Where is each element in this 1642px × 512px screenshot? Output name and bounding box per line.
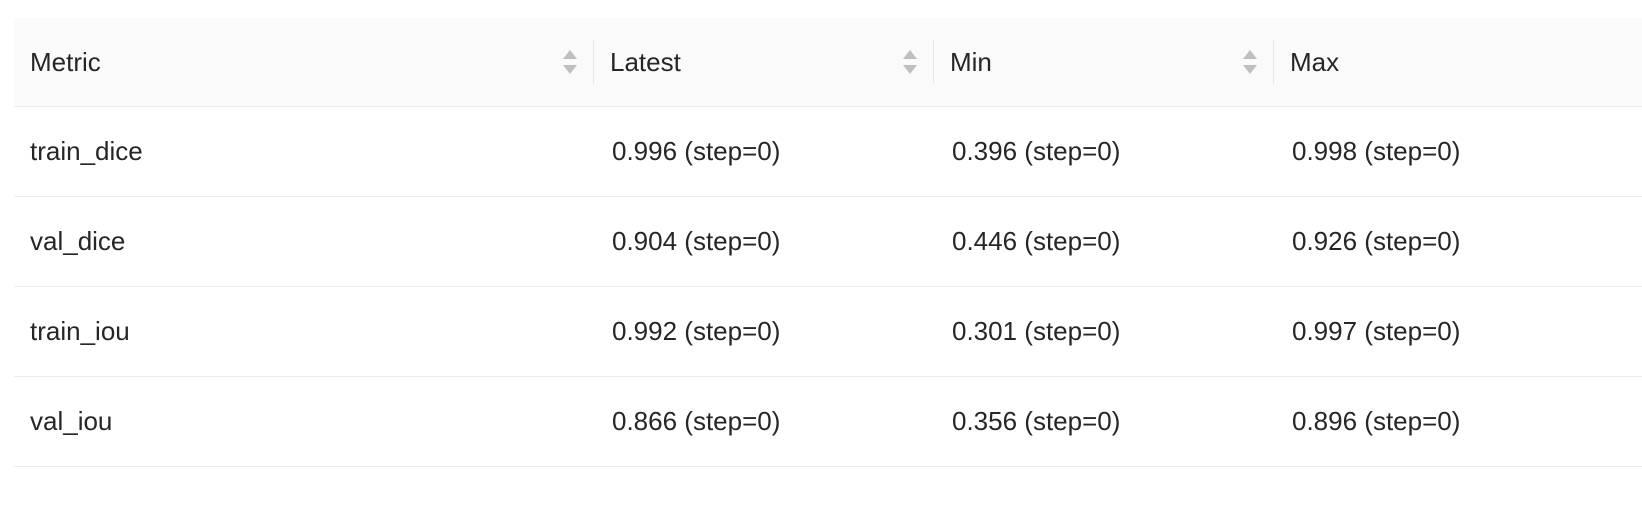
table-header: Metric Latest Min Max <box>14 18 1642 107</box>
metric-name-cell: train_dice <box>14 106 594 197</box>
metric-name-cell: train_iou <box>14 286 594 377</box>
metrics-table-container: Metric Latest Min Max train_dice 0.996 (… <box>14 18 1642 467</box>
sort-icon[interactable] <box>562 48 578 76</box>
metric-name-cell: val_dice <box>14 196 594 287</box>
max-value-cell: 0.926 (step=0) <box>1274 196 1642 287</box>
min-value-cell: 0.356 (step=0) <box>934 376 1274 467</box>
min-value-cell: 0.301 (step=0) <box>934 286 1274 377</box>
sort-icon[interactable] <box>1242 48 1258 76</box>
max-value-cell: 0.997 (step=0) <box>1274 286 1642 377</box>
column-header-label: Min <box>950 47 992 78</box>
column-header-label: Latest <box>610 47 681 78</box>
sort-icon[interactable] <box>902 48 918 76</box>
column-header-max[interactable]: Max <box>1274 18 1642 107</box>
min-value-cell: 0.446 (step=0) <box>934 196 1274 287</box>
column-header-label: Metric <box>30 47 101 78</box>
min-value-cell: 0.396 (step=0) <box>934 106 1274 197</box>
max-value-cell: 0.896 (step=0) <box>1274 376 1642 467</box>
metric-name-cell: val_iou <box>14 376 594 467</box>
latest-value-cell: 0.996 (step=0) <box>594 106 934 197</box>
column-header-min[interactable]: Min <box>934 18 1274 107</box>
latest-value-cell: 0.866 (step=0) <box>594 376 934 467</box>
header-row: Metric Latest Min Max <box>14 18 1642 107</box>
latest-value-cell: 0.992 (step=0) <box>594 286 934 377</box>
column-header-latest[interactable]: Latest <box>594 18 934 107</box>
table-row: val_iou 0.866 (step=0) 0.356 (step=0) 0.… <box>14 376 1642 467</box>
metrics-table: Metric Latest Min Max train_dice 0.996 (… <box>14 18 1642 467</box>
table-row: val_dice 0.904 (step=0) 0.446 (step=0) 0… <box>14 196 1642 287</box>
table-row: train_iou 0.992 (step=0) 0.301 (step=0) … <box>14 286 1642 377</box>
table-row: train_dice 0.996 (step=0) 0.396 (step=0)… <box>14 106 1642 197</box>
table-body: train_dice 0.996 (step=0) 0.396 (step=0)… <box>14 106 1642 467</box>
latest-value-cell: 0.904 (step=0) <box>594 196 934 287</box>
column-header-metric[interactable]: Metric <box>14 18 594 107</box>
max-value-cell: 0.998 (step=0) <box>1274 106 1642 197</box>
column-header-label: Max <box>1290 47 1340 78</box>
